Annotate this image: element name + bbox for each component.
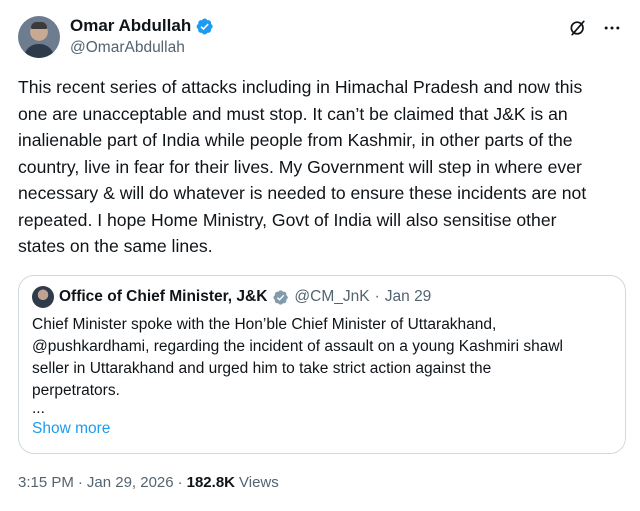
quoted-separator: · — [374, 288, 380, 305]
meta-separator: · — [77, 474, 83, 491]
verified-badge-icon[interactable] — [195, 17, 214, 36]
quoted-author-avatar — [32, 286, 54, 308]
tweet-header: Omar Abdullah @OmarAbdullah — [18, 12, 628, 60]
grok-icon[interactable] — [568, 18, 588, 38]
quoted-ellipsis: ... — [32, 400, 45, 417]
author-name-row: Omar Abdullah — [70, 16, 214, 36]
tweet-body-text: This recent series of attacks including … — [18, 77, 587, 256]
tweet-date[interactable]: Jan 29, 2026 — [87, 474, 174, 491]
tweet-meta: 3:15 PM · Jan 29, 2026 · 182.8K Views — [18, 474, 279, 491]
quoted-author-handle: @CM_JnK — [294, 288, 370, 305]
author-name[interactable]: Omar Abdullah — [70, 16, 191, 36]
quoted-date: Jan 29 — [384, 288, 432, 305]
more-options-icon[interactable] — [602, 18, 622, 38]
views-label: Views — [239, 474, 279, 491]
tweet-time[interactable]: 3:15 PM — [18, 474, 74, 491]
quoted-tweet-header: Office of Chief Minister, J&K @CM_JnK · … — [32, 286, 431, 308]
tweet: Omar Abdullah @OmarAbdullah This recent … — [0, 0, 640, 511]
views-count: 182.8K — [186, 474, 235, 491]
quoted-tweet-text: Chief Minister spoke with the Hon’ble Ch… — [32, 316, 563, 399]
quoted-tweet[interactable]: Office of Chief Minister, J&K @CM_JnK · … — [18, 275, 626, 454]
meta-separator: · — [177, 474, 183, 491]
show-more-link[interactable]: Show more — [32, 420, 110, 438]
header-actions — [568, 18, 622, 38]
author-handle[interactable]: @OmarAbdullah — [70, 39, 185, 57]
author-avatar[interactable] — [18, 16, 60, 58]
government-badge-icon — [273, 289, 289, 305]
quoted-author-name: Office of Chief Minister, J&K — [59, 288, 268, 305]
